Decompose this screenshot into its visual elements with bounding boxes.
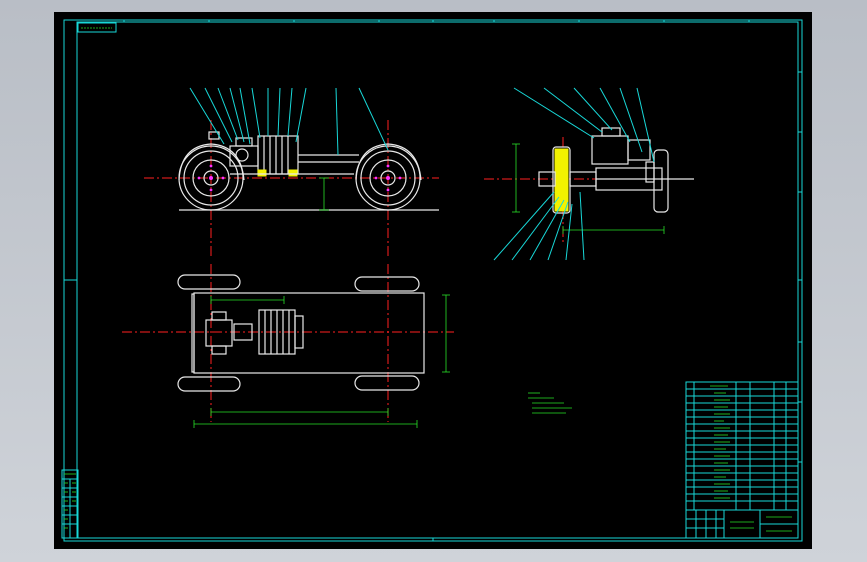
drawing-sheet[interactable] (54, 12, 812, 549)
gearbox-icon (591, 135, 629, 165)
front-view[interactable] (144, 87, 439, 257)
wheel-icon (354, 276, 420, 292)
drawing-code-box (77, 22, 117, 33)
sheet-frame (63, 19, 803, 542)
motor-icon (257, 135, 299, 177)
front-dimension (319, 177, 329, 211)
parts-list (685, 381, 799, 511)
chassis-frame (193, 292, 425, 374)
technical-notes (528, 392, 572, 414)
wheel-icon (177, 274, 241, 290)
drawing-canvas[interactable] (54, 12, 812, 549)
side-view[interactable] (484, 87, 694, 261)
cad-viewport[interactable] (0, 0, 867, 562)
wheel-icon (554, 148, 569, 212)
wheel-icon (354, 375, 420, 391)
title-block (685, 509, 799, 539)
leader-lines (493, 87, 655, 261)
zone-ticks-right (798, 71, 802, 463)
wheel-icon (177, 376, 241, 392)
plan-view[interactable] (122, 264, 454, 428)
gearbox-icon (205, 319, 233, 347)
